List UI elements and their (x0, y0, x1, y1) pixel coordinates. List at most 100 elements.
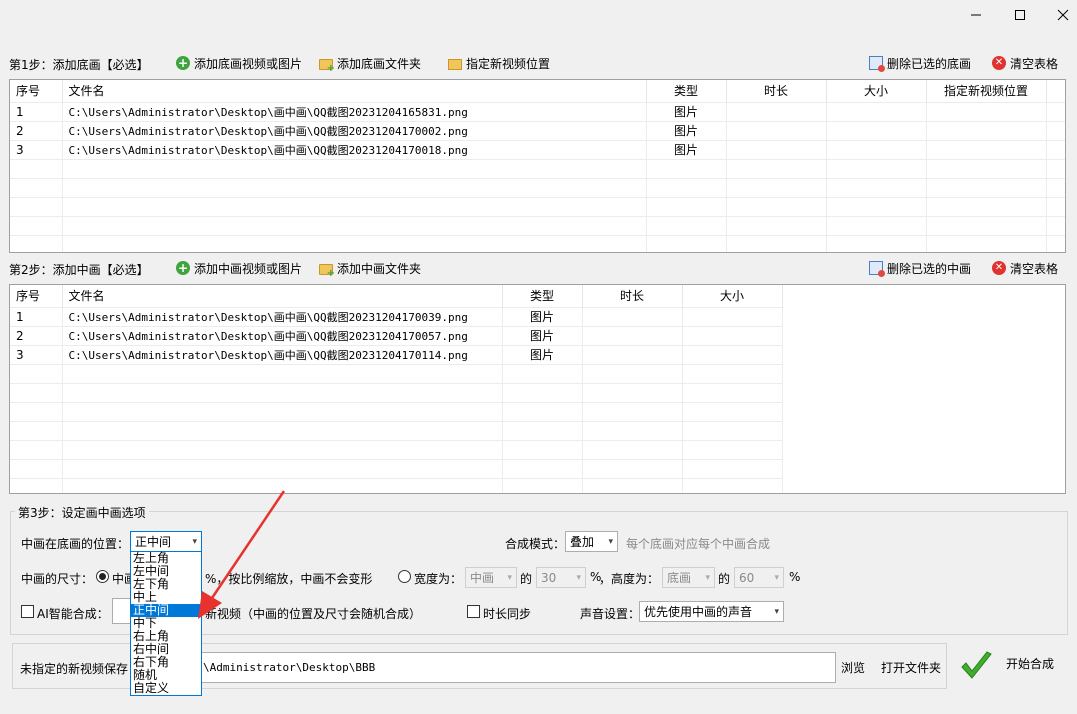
row-filename: C:\Users\Administrator\Desktop\画中画\QQ截图2… (62, 344, 503, 364)
empty-row (10, 382, 783, 402)
row-no: 2 (10, 120, 63, 140)
row-no: 1 (10, 306, 63, 326)
delete-selected-base-button[interactable]: 删除已选的底画 (866, 52, 974, 74)
add-overlay-folder-label: 添加中画文件夹 (337, 261, 422, 276)
column-header-duration[interactable]: 时长 (582, 285, 683, 307)
position-label: 中画在底画的位置： (21, 537, 130, 551)
width-percent-select[interactable]: 30 ▾ (536, 567, 586, 588)
row-type: 图片 (646, 120, 727, 140)
maximize-button[interactable] (997, 0, 1043, 30)
clear-overlay-table-button[interactable]: ✕ 清空表格 (989, 257, 1061, 279)
audio-value: 优先使用中画的声音 (644, 605, 753, 619)
row-filename: C:\Users\Administrator\Desktop\画中画\QQ截图2… (62, 120, 647, 140)
row-type: 图片 (502, 325, 583, 345)
delete-selected-overlay-button[interactable]: 删除已选的中画 (866, 257, 974, 279)
empty-row (10, 234, 1065, 252)
add-circle-icon: + (176, 261, 190, 275)
clear-base-table-button[interactable]: ✕ 清空表格 (989, 52, 1061, 74)
row-position (926, 101, 1047, 121)
row-no: 3 (10, 344, 63, 364)
ai-compose-input[interactable] (112, 598, 132, 624)
column-header-no[interactable]: 序号 (10, 285, 63, 307)
empty-row (10, 158, 1065, 178)
empty-row (10, 420, 783, 440)
ai-compose-checkbox[interactable] (21, 605, 34, 618)
position-select-value: 正中间 (135, 535, 172, 549)
add-base-folder-label: 添加底画文件夹 (337, 56, 422, 71)
empty-row (10, 439, 783, 459)
table-row[interactable]: 1 C:\Users\Administrator\Desktop\画中画\QQ截… (10, 306, 783, 326)
dropdown-option[interactable]: 自定义 (131, 682, 201, 695)
empty-row (10, 458, 783, 478)
column-header-type[interactable]: 类型 (502, 285, 583, 307)
base-file-table[interactable]: 序号 文件名 类型 时长 大小 指定新视频位置 1 C:\Users\Admin… (9, 79, 1066, 253)
empty-row (10, 363, 783, 383)
width-ref-select[interactable]: 中画 ▾ (465, 567, 517, 588)
table-row[interactable]: 1 C:\Users\Administrator\Desktop\画中画\QQ截… (10, 101, 1065, 121)
row-duration (726, 101, 827, 121)
delete-selected-overlay-label: 删除已选的中画 (887, 261, 972, 276)
add-base-media-button[interactable]: + 添加底画视频或图片 (173, 52, 305, 74)
compose-mode-select[interactable]: 叠加 ▾ (565, 531, 618, 552)
row-size (826, 101, 927, 121)
chevron-down-icon: ▾ (608, 536, 613, 547)
height-percent-select[interactable]: 60 ▾ (734, 567, 784, 588)
column-header-size[interactable]: 大小 (826, 80, 927, 102)
audio-select[interactable]: 优先使用中画的声音 ▾ (639, 601, 784, 622)
close-button[interactable] (1040, 0, 1077, 30)
add-overlay-media-button[interactable]: + 添加中画视频或图片 (173, 257, 305, 279)
row-type: 图片 (646, 139, 727, 159)
start-compose-button[interactable]: 开始合成 (954, 643, 1068, 689)
of-label-2: 的 (718, 572, 731, 586)
column-header-filename[interactable]: 文件名 (62, 80, 647, 102)
row-duration (726, 139, 827, 159)
row-size (826, 120, 927, 140)
scale-radio[interactable] (96, 570, 109, 583)
chevron-down-icon: ▾ (576, 572, 581, 583)
height-label: ，高度为： (599, 572, 660, 586)
add-overlay-folder-button[interactable]: 添加中画文件夹 (316, 257, 424, 279)
duration-sync-checkbox[interactable] (467, 605, 480, 618)
custom-size-radio[interactable] (398, 570, 411, 583)
step3-title: 第3步：设定画中画选项 (15, 504, 149, 521)
width-ref-value: 中画 (470, 571, 495, 585)
table-row[interactable]: 2 C:\Users\Administrator\Desktop\画中画\QQ截… (10, 120, 1065, 140)
row-no: 2 (10, 325, 63, 345)
column-header-position[interactable]: 指定新视频位置 (926, 80, 1047, 102)
table-row[interactable]: 3 C:\Users\Administrator\Desktop\画中画\QQ截… (10, 139, 1065, 159)
column-header-duration[interactable]: 时长 (726, 80, 827, 102)
chevron-down-icon: ▾ (774, 606, 779, 617)
folder-add-icon (319, 263, 335, 279)
output-path-field[interactable]: \Administrator\Desktop\BBB (200, 652, 836, 683)
row-duration (726, 120, 827, 140)
empty-row (10, 477, 783, 493)
close-icon (1057, 9, 1069, 21)
table-row[interactable]: 3 C:\Users\Administrator\Desktop\画中画\QQ截… (10, 344, 783, 364)
minimize-button[interactable] (953, 0, 999, 30)
open-folder-button[interactable]: 打开文件夹 (881, 654, 941, 680)
row-duration (582, 325, 683, 345)
row-size (682, 344, 783, 364)
table-row[interactable]: 2 C:\Users\Administrator\Desktop\画中画\QQ截… (10, 325, 783, 345)
column-header-no[interactable]: 序号 (10, 80, 63, 102)
height-ref-select[interactable]: 底画 ▾ (662, 567, 715, 588)
set-video-position-label: 指定新视频位置 (466, 56, 551, 71)
clear-base-table-label: 清空表格 (1010, 56, 1059, 71)
size-label: 中画的尺寸： (21, 572, 94, 586)
clear-overlay-table-label: 清空表格 (1010, 261, 1059, 276)
browse-button[interactable]: 浏览 (841, 654, 865, 680)
chevron-down-icon: ▾ (507, 572, 512, 583)
column-header-filename[interactable]: 文件名 (62, 285, 503, 307)
row-type: 图片 (646, 101, 727, 121)
add-base-folder-button[interactable]: 添加底画文件夹 (316, 52, 424, 74)
column-header-type[interactable]: 类型 (646, 80, 727, 102)
row-filename: C:\Users\Administrator\Desktop\画中画\QQ截图2… (62, 325, 503, 345)
overlay-file-table[interactable]: 序号 文件名 类型 时长 大小 1 C:\Users\Administrator… (9, 284, 1066, 494)
output-path-value: \Administrator\Desktop\BBB (203, 661, 376, 674)
compose-mode-hint: 每个底画对应每个中画合成 (626, 537, 771, 551)
column-header-size[interactable]: 大小 (682, 285, 783, 307)
set-video-position-button[interactable]: 指定新视频位置 (445, 52, 553, 74)
row-filename: C:\Users\Administrator\Desktop\画中画\QQ截图2… (62, 306, 503, 326)
width-label: 宽度为： (414, 572, 463, 586)
output-label: 未指定的新视频保存 (20, 662, 129, 676)
